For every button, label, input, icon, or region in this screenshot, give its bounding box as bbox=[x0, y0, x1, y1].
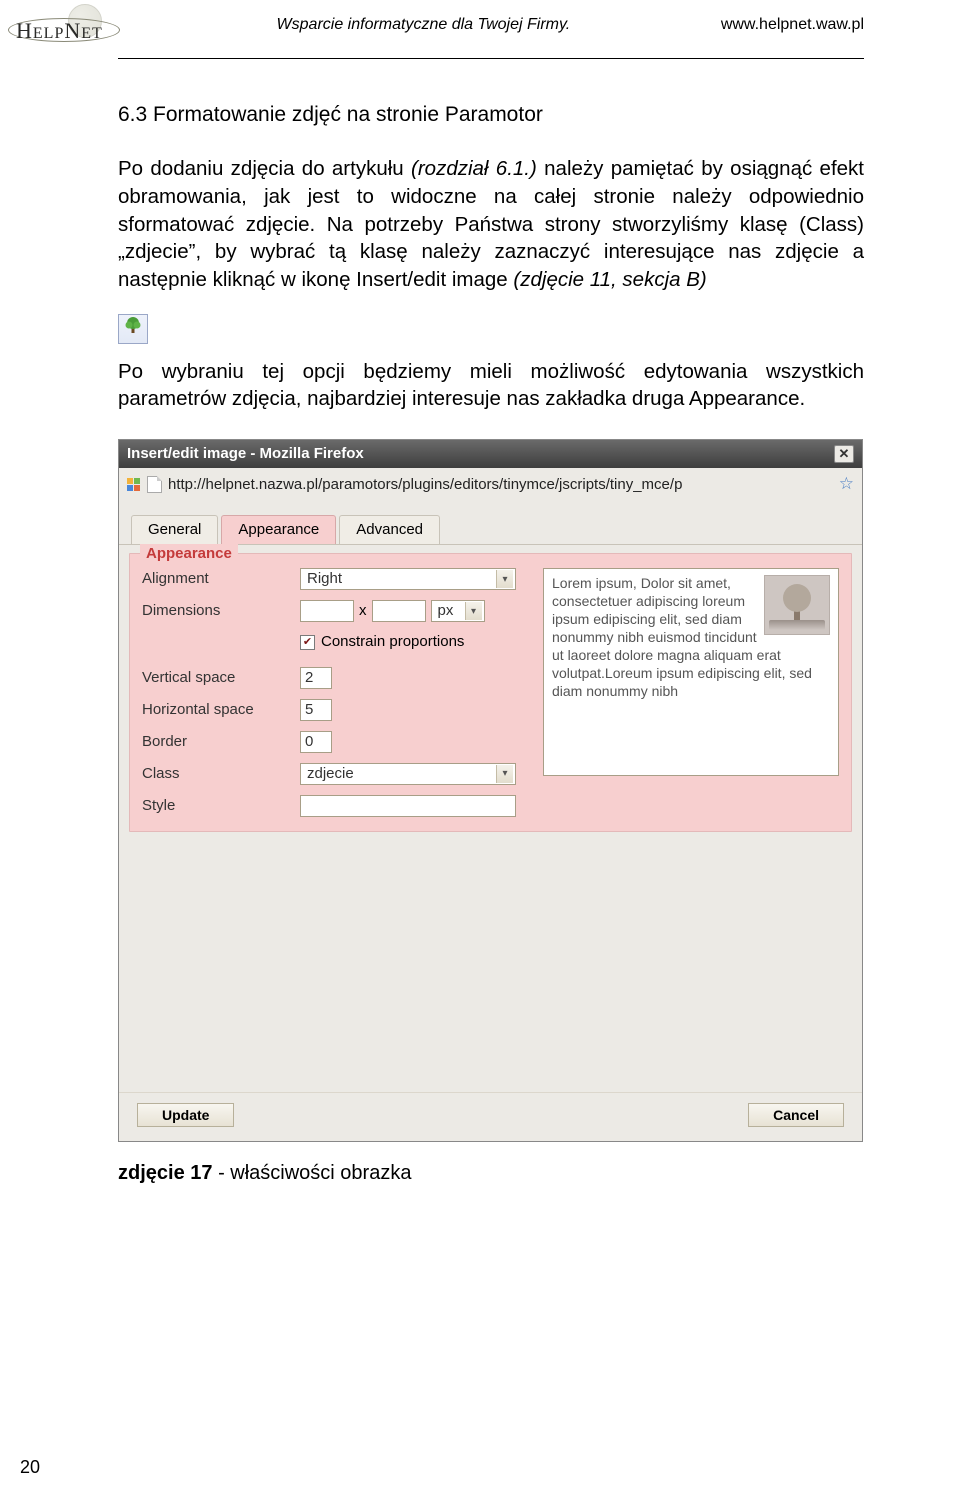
insert-image-dialog: Insert/edit image - Mozilla Firefox ✕ ht… bbox=[118, 439, 863, 1142]
page-icon bbox=[147, 476, 162, 493]
preview-image bbox=[764, 575, 830, 635]
preview-box: Lorem ipsum, Dolor sit amet, consectetue… bbox=[543, 568, 839, 776]
vspace-label: Vertical space bbox=[142, 668, 300, 688]
border-input[interactable] bbox=[300, 731, 332, 753]
tab-appearance[interactable]: Appearance bbox=[221, 515, 336, 544]
logo-text: HELPNET bbox=[16, 18, 103, 44]
header-tagline: Wsparcie informatyczne dla Twojej Firmy. bbox=[126, 6, 721, 34]
border-label: Border bbox=[142, 732, 300, 752]
dialog-button-row: Update Cancel bbox=[119, 1092, 862, 1141]
update-button[interactable]: Update bbox=[137, 1103, 234, 1127]
address-text: http://helpnet.nazwa.pl/paramotors/plugi… bbox=[168, 475, 833, 495]
tab-advanced[interactable]: Advanced bbox=[339, 515, 440, 544]
section-heading: 6.3 Formatowanie zdjęć na stronie Paramo… bbox=[118, 101, 864, 129]
window-icon bbox=[127, 478, 141, 492]
paragraph-1: Po dodaniu zdjęcia do artykułu (rozdział… bbox=[118, 155, 864, 293]
logo: HELPNET bbox=[8, 6, 126, 54]
paragraph-2: Po wybraniu tej opcji będziemy mieli moż… bbox=[118, 358, 864, 413]
figure-caption: zdjęcie 17 - właściwości obrazka bbox=[118, 1160, 864, 1187]
hspace-input[interactable] bbox=[300, 699, 332, 721]
page-header: HELPNET Wsparcie informatyczne dla Twoje… bbox=[0, 0, 960, 56]
bookmark-icon[interactable]: ☆ bbox=[839, 473, 854, 496]
height-input[interactable] bbox=[372, 600, 426, 622]
class-label: Class bbox=[142, 764, 300, 784]
header-url: www.helpnet.waw.pl bbox=[721, 6, 864, 34]
appearance-fieldset: Appearance Alignment Right ▾ Dimensions bbox=[129, 553, 852, 831]
chevron-down-icon: ▾ bbox=[496, 570, 513, 588]
constrain-checkbox[interactable]: ✔ bbox=[300, 635, 315, 650]
alignment-label: Alignment bbox=[142, 569, 300, 589]
tab-general[interactable]: General bbox=[131, 515, 218, 544]
style-label: Style bbox=[142, 796, 300, 816]
tabs: General Appearance Advanced bbox=[119, 501, 862, 545]
dialog-titlebar: Insert/edit image - Mozilla Firefox ✕ bbox=[119, 440, 862, 468]
x-label: x bbox=[359, 601, 367, 621]
constrain-label: Constrain proportions bbox=[321, 632, 464, 652]
tree-icon bbox=[123, 316, 143, 342]
class-select[interactable]: zdjecie ▾ bbox=[300, 763, 516, 785]
chevron-down-icon: ▾ bbox=[465, 602, 482, 620]
document-content: 6.3 Formatowanie zdjęć na stronie Paramo… bbox=[0, 59, 960, 1187]
insert-image-icon bbox=[118, 314, 148, 344]
alignment-select[interactable]: Right ▾ bbox=[300, 568, 516, 590]
vspace-input[interactable] bbox=[300, 667, 332, 689]
dimensions-label: Dimensions bbox=[142, 601, 300, 621]
hspace-label: Horizontal space bbox=[142, 700, 300, 720]
dialog-title: Insert/edit image - Mozilla Firefox bbox=[127, 444, 364, 464]
page-number: 20 bbox=[20, 1457, 40, 1478]
close-icon[interactable]: ✕ bbox=[834, 445, 854, 463]
style-input[interactable] bbox=[300, 795, 516, 817]
chevron-down-icon: ▾ bbox=[496, 765, 513, 783]
dialog-spacer bbox=[119, 844, 862, 1092]
unit-select[interactable]: px ▾ bbox=[431, 600, 485, 622]
width-input[interactable] bbox=[300, 600, 354, 622]
fieldset-legend: Appearance bbox=[140, 544, 238, 564]
cancel-button[interactable]: Cancel bbox=[748, 1103, 844, 1127]
address-bar: http://helpnet.nazwa.pl/paramotors/plugi… bbox=[119, 468, 862, 501]
